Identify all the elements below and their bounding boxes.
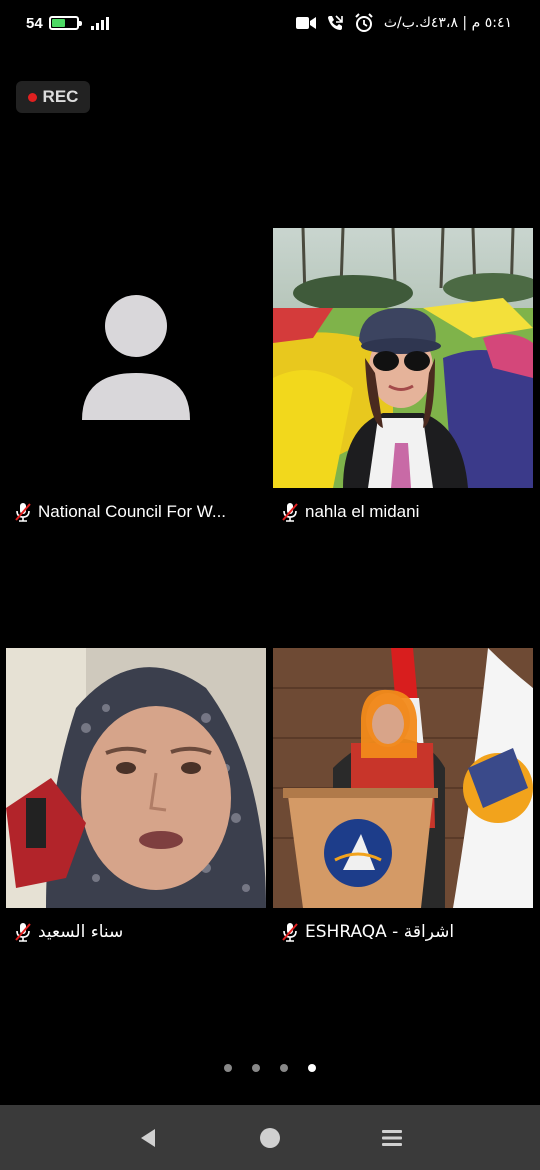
- participant-video-feed: [273, 648, 533, 908]
- status-right: ٥:٤١ م | ٤٣،٨ك.ب/ث: [295, 12, 512, 34]
- recording-indicator[interactable]: REC: [16, 81, 90, 113]
- recents-menu-icon: [382, 1130, 402, 1146]
- participant-tile-4[interactable]: [273, 648, 533, 908]
- missed-call-icon: [327, 15, 343, 30]
- battery-fill: [51, 19, 65, 27]
- participant-label-4: ESHRAQA - اشراقة: [281, 920, 454, 944]
- muted-mic-icon: [282, 503, 298, 522]
- participant-tile-3[interactable]: [6, 648, 266, 908]
- meeting-screen: 54 ٥:٤١ م | ٤٣،٨ك.ب/ث REC National Counc…: [0, 0, 540, 1170]
- home-icon: [260, 1128, 280, 1148]
- alarm-icon: [355, 13, 373, 32]
- muted-mic-icon: [282, 923, 298, 942]
- page-dot[interactable]: [224, 1064, 232, 1072]
- participant-label-3: سناء السعيد: [14, 920, 123, 944]
- back-icon: [141, 1129, 155, 1147]
- recording-dot-icon: [27, 92, 37, 102]
- participant-tile-2[interactable]: [273, 228, 533, 488]
- battery-icon: [48, 16, 82, 30]
- system-navigation-bar: [0, 1105, 540, 1170]
- avatar-placeholder-icon: [82, 295, 190, 420]
- muted-mic-icon: [15, 923, 31, 942]
- page-dot[interactable]: [280, 1064, 288, 1072]
- participant-video-feed: [6, 648, 266, 908]
- participant-name: سناء السعيد: [38, 922, 124, 942]
- battery-level: 54: [26, 14, 43, 32]
- participant-tile-1[interactable]: [6, 228, 266, 488]
- participant-name: nahla el midani: [305, 502, 420, 521]
- participant-label-1: National Council For W...: [14, 500, 226, 524]
- status-time: ٥:٤١ م | ٤٣،٨ك.ب/ث: [383, 15, 512, 31]
- recents-button[interactable]: [379, 1125, 405, 1151]
- participant-label-2: nahla el midani: [281, 500, 419, 524]
- status-left: 54: [26, 12, 109, 34]
- back-button[interactable]: [135, 1125, 161, 1151]
- recording-label: REC: [42, 87, 79, 106]
- video-icon: [295, 17, 316, 29]
- status-bar: 54 ٥:٤١ م | ٤٣،٨ك.ب/ث: [0, 0, 540, 46]
- participant-name: ESHRAQA - اشراقة: [305, 922, 455, 942]
- muted-mic-icon: [15, 503, 31, 522]
- participant-name: National Council For W...: [38, 502, 227, 521]
- page-dot-active[interactable]: [308, 1064, 316, 1072]
- participant-video-feed: [273, 228, 533, 488]
- page-dot[interactable]: [252, 1064, 260, 1072]
- page-indicator[interactable]: [0, 1064, 540, 1072]
- home-button[interactable]: [257, 1125, 283, 1151]
- signal-icon: [90, 16, 109, 30]
